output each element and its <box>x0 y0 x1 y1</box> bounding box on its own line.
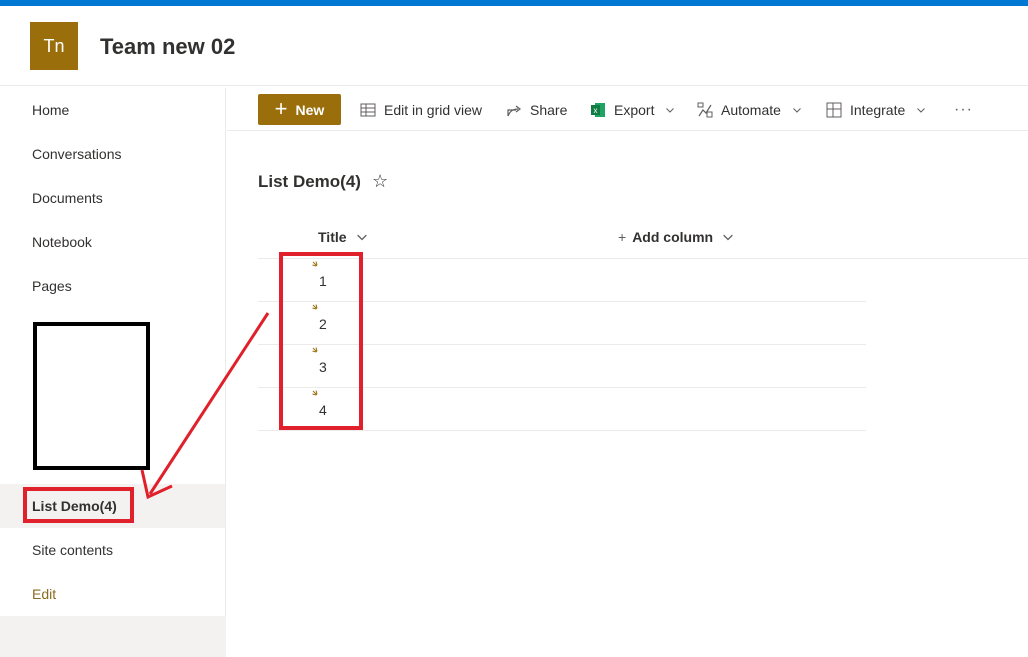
plus-icon: + <box>274 95 288 121</box>
share-label: Share <box>530 102 568 118</box>
column-header-title[interactable]: Title <box>318 229 367 245</box>
excel-icon: x <box>591 103 605 117</box>
chevron-down-icon <box>793 108 801 113</box>
annotation-rows-highlight <box>279 252 363 430</box>
new-button[interactable]: + New <box>258 94 341 125</box>
site-header: Tn Team new 02 <box>0 6 1028 86</box>
nav-item-site-contents[interactable]: Site contents <box>0 528 225 572</box>
export-label: Export <box>614 102 655 118</box>
favorite-star-icon[interactable]: ☆ <box>372 171 388 192</box>
list-title: List Demo(4) <box>258 172 361 191</box>
chevron-down-icon <box>356 234 367 241</box>
nav-item-documents[interactable]: Documents <box>0 176 225 220</box>
integrate-button[interactable]: Integrate <box>826 98 926 122</box>
nav-edit-link[interactable]: Edit <box>0 572 225 616</box>
left-navigation: Home Conversations Documents Notebook Pa… <box>0 88 226 657</box>
chevron-down-icon <box>917 108 926 113</box>
chevron-down-icon <box>723 234 733 241</box>
edit-grid-view-label: Edit in grid view <box>384 102 483 118</box>
automate-icon <box>697 102 713 118</box>
nav-item-conversations[interactable]: Conversations <box>0 132 225 176</box>
svg-text:x: x <box>594 106 598 115</box>
more-options-button[interactable]: ··· <box>954 98 973 122</box>
grid-icon <box>360 103 376 117</box>
integrate-icon <box>826 102 842 118</box>
site-title[interactable]: Team new 02 <box>100 34 235 60</box>
share-icon <box>507 105 521 117</box>
chevron-down-icon <box>666 108 675 113</box>
edit-grid-view-button[interactable]: Edit in grid view <box>360 98 482 122</box>
plus-icon: + <box>618 229 627 245</box>
new-button-label: New <box>295 101 325 118</box>
automate-button[interactable]: Automate <box>697 98 801 122</box>
export-button[interactable]: x Export <box>590 98 675 122</box>
redacted-nav-area <box>33 322 150 470</box>
column-title-label: Title <box>318 229 347 245</box>
site-logo[interactable]: Tn <box>30 22 78 70</box>
nav-footer <box>0 616 226 657</box>
command-bar: + New Edit in grid view Share x Export A… <box>227 88 1028 131</box>
column-header-row: Title + Add column <box>258 218 1028 259</box>
automate-label: Automate <box>721 102 781 118</box>
nav-item-pages[interactable]: Pages <box>0 264 225 308</box>
share-button[interactable]: Share <box>506 98 567 122</box>
add-column-button[interactable]: + Add column <box>618 229 733 245</box>
nav-item-notebook[interactable]: Notebook <box>0 220 225 264</box>
annotation-nav-highlight <box>23 487 134 523</box>
integrate-label: Integrate <box>850 102 906 118</box>
nav-item-home[interactable]: Home <box>0 88 225 132</box>
add-column-label: Add column <box>632 229 714 245</box>
